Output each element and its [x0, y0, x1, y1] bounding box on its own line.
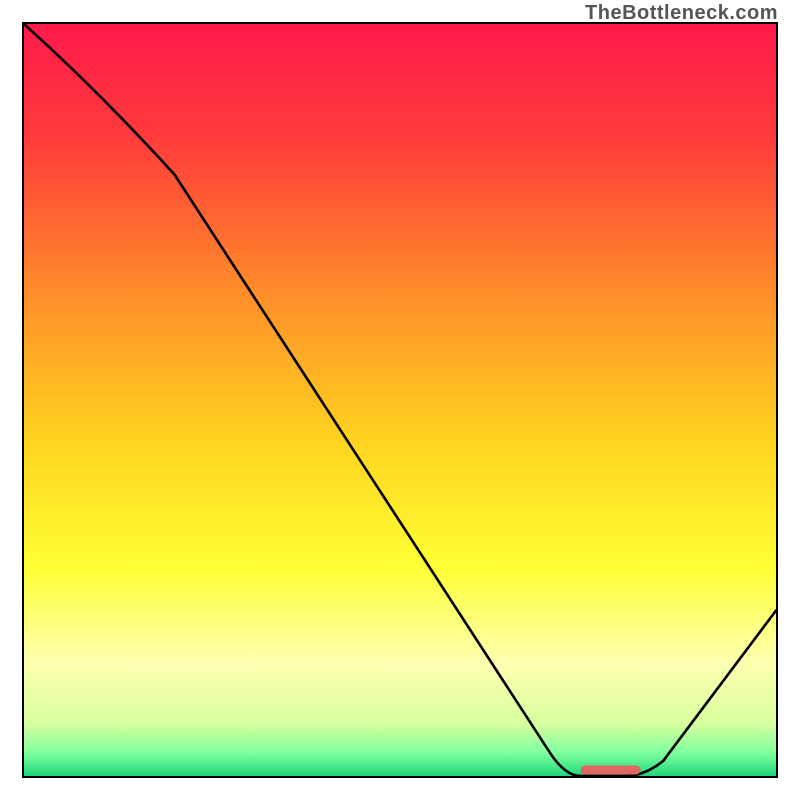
chart-plot-area	[22, 22, 778, 778]
chart-gradient-background	[24, 24, 776, 776]
